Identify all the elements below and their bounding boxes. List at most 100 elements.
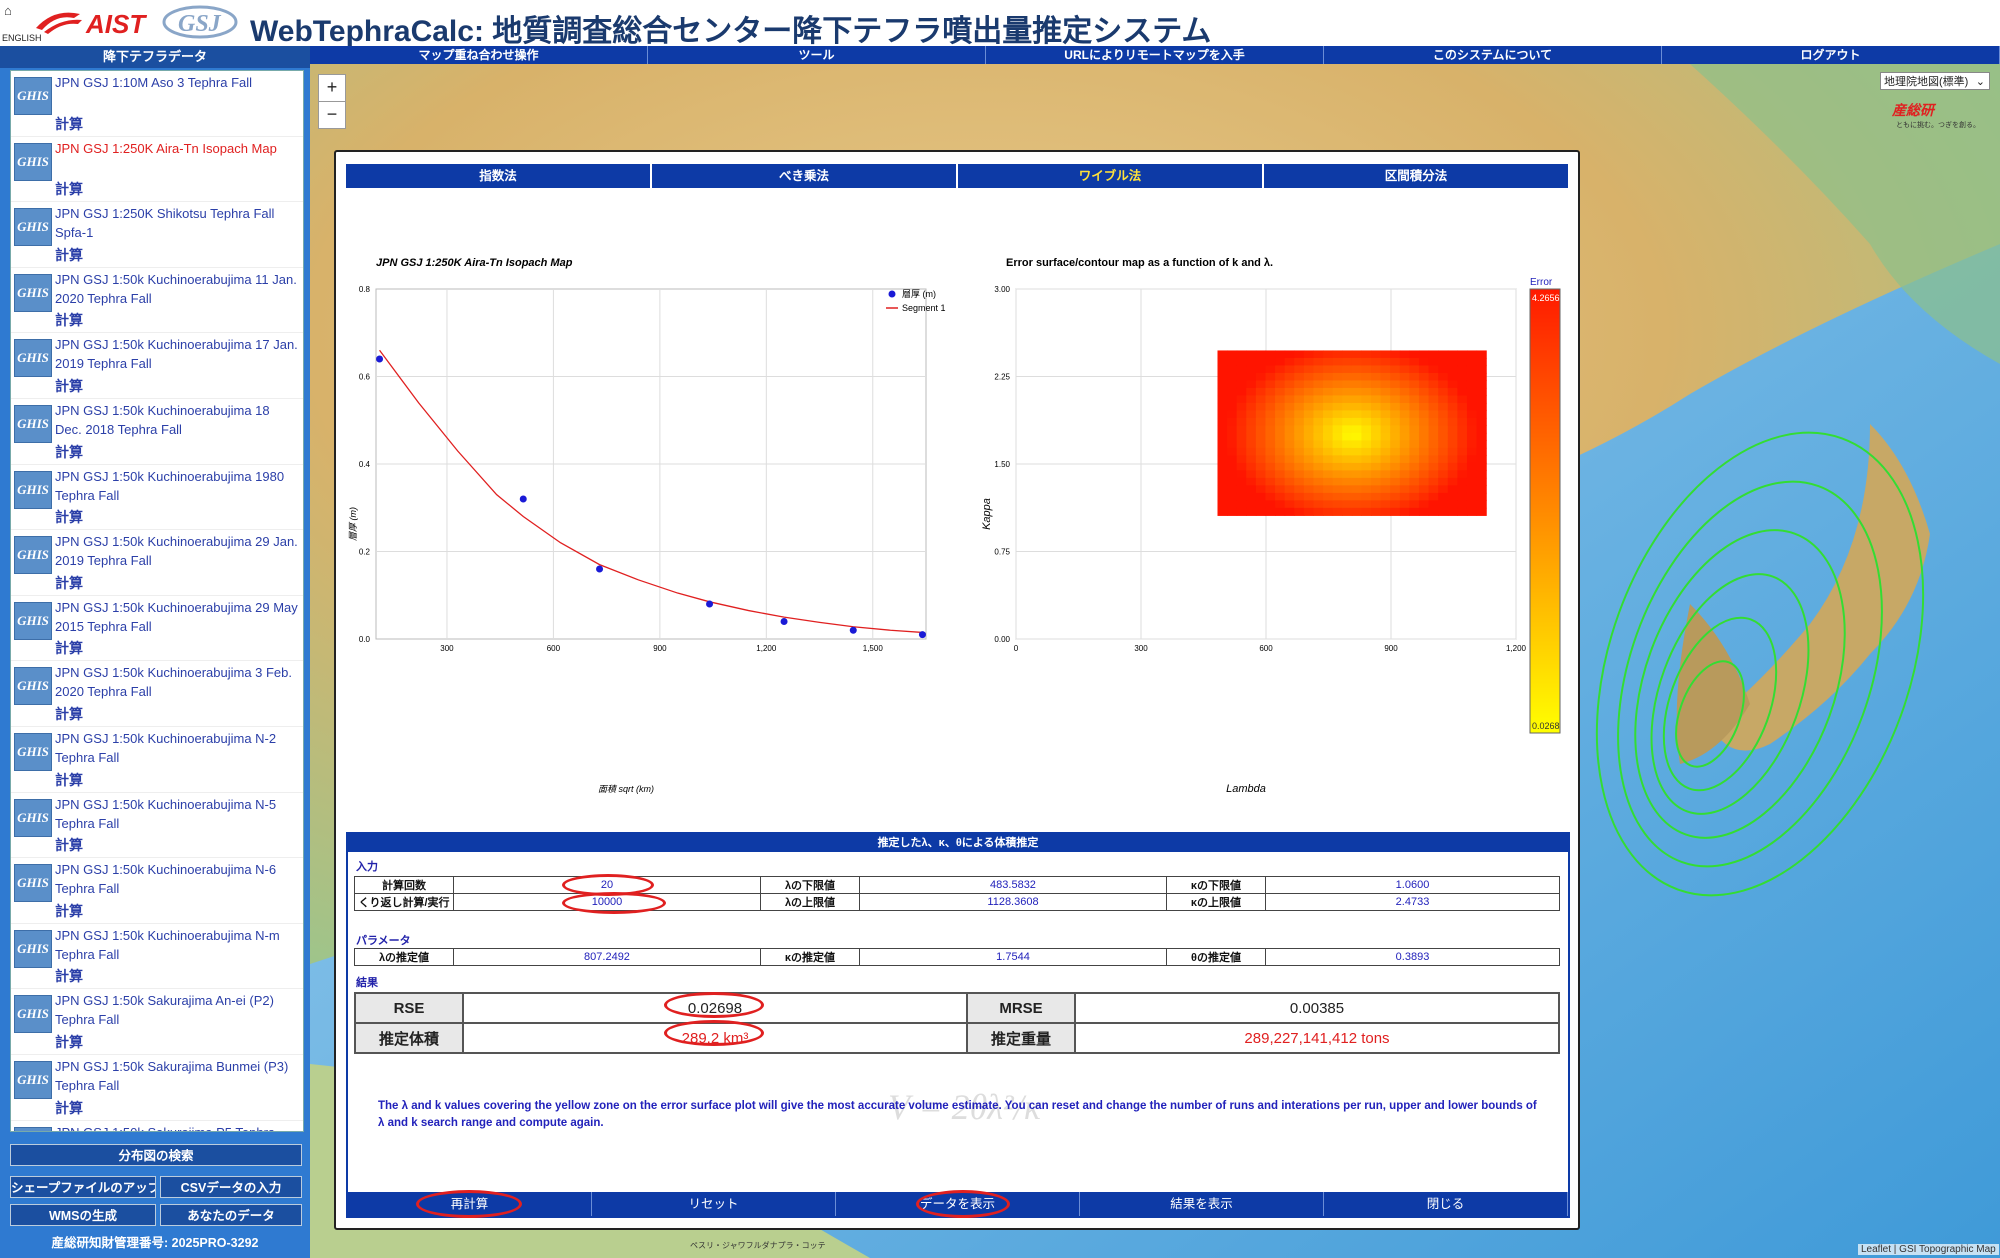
dataset-item[interactable]: GHIS JPN GSJ 1:50k Kuchinoerabujima N-m T… <box>11 924 303 990</box>
calculate-link[interactable]: 計算 <box>55 442 83 462</box>
shapefile-upload-button[interactable]: シェープファイルのアップ <box>10 1176 156 1198</box>
home-icon[interactable]: ⌂ <box>4 4 18 18</box>
tab-power-law[interactable]: べき乗法 <box>652 164 958 188</box>
dataset-item[interactable]: GHIS JPN GSJ 1:50k Kuchinoerabujima 1980 … <box>11 465 303 531</box>
heatmap-cell <box>1303 462 1315 471</box>
recalculate-button[interactable]: 再計算 <box>348 1192 592 1216</box>
dataset-name[interactable]: JPN GSJ 1:50k Kuchinoerabujima 29 Jan. 2… <box>55 532 299 570</box>
iterations-input[interactable]: 10000 <box>453 893 761 911</box>
dataset-name[interactable]: JPN GSJ 1:50k Sakurajima P5 Tephra Fall <box>55 1123 299 1132</box>
heatmap-cell <box>1294 350 1305 359</box>
tab-segment-integration[interactable]: 区間積分法 <box>1264 164 1570 188</box>
calculate-link[interactable]: 計算 <box>55 179 83 199</box>
dataset-name[interactable]: JPN GSJ 1:250K Aira-Tn Isopach Map <box>55 139 299 158</box>
dataset-item[interactable]: GHIS JPN GSJ 1:50k Kuchinoerabujima 3 Feb… <box>11 661 303 727</box>
dataset-item[interactable]: GHISJPN GSJ 1:50k Sakurajima P5 Tephra F… <box>11 1121 303 1132</box>
nav-map-overlay[interactable]: マップ重ね合わせ操作 <box>310 46 648 64</box>
dataset-item[interactable]: GHIS JPN GSJ 1:50k Sakurajima Bunmei (P3)… <box>11 1055 303 1121</box>
lambda-min-input[interactable]: 483.5832 <box>859 876 1167 894</box>
calculate-link[interactable]: 計算 <box>55 114 83 134</box>
dataset-item[interactable]: GHIS JPN GSJ 1:50k Kuchinoerabujima 17 Ja… <box>11 333 303 399</box>
dataset-name[interactable]: JPN GSJ 1:50k Kuchinoerabujima N-m Tephr… <box>55 926 299 964</box>
dataset-name[interactable]: JPN GSJ 1:10M Aso 3 Tephra Fall <box>55 73 299 92</box>
runs-input[interactable]: 20 <box>453 876 761 894</box>
basemap-select[interactable]: 地理院地図(標準) ⌄ <box>1880 72 1990 90</box>
dataset-list[interactable]: GHIS JPN GSJ 1:10M Aso 3 Tephra Fall 計算 GHI… <box>10 70 304 1132</box>
heatmap-cell <box>1236 507 1247 516</box>
calculate-link[interactable]: 計算 <box>55 770 83 790</box>
reset-button[interactable]: リセット <box>592 1192 836 1216</box>
nav-logout[interactable]: ログアウト <box>1662 46 2000 64</box>
heatmap-cell <box>1265 447 1276 456</box>
calculate-link[interactable]: 計算 <box>55 835 83 855</box>
show-data-button[interactable]: データを表示 <box>836 1192 1080 1216</box>
heatmap-cell <box>1399 357 1410 367</box>
heatmap-cell <box>1351 500 1363 509</box>
wms-generate-button[interactable]: WMSの生成 <box>10 1204 156 1226</box>
dataset-item[interactable]: GHIS JPN GSJ 1:250K Shikotsu Tephra Fall … <box>11 202 303 268</box>
nav-tools[interactable]: ツール <box>648 46 986 64</box>
kappa-max-label: κの上限値 <box>1166 893 1266 911</box>
heatmap-cell <box>1265 357 1276 367</box>
heatmap-cell <box>1227 372 1238 382</box>
calculate-link[interactable]: 計算 <box>55 310 83 330</box>
dataset-name[interactable]: JPN GSJ 1:50k Kuchinoerabujima 18 Dec. 2… <box>55 401 299 439</box>
dataset-item[interactable]: GHIS JPN GSJ 1:50k Kuchinoerabujima 11 Ja… <box>11 268 303 334</box>
kappa-max-input[interactable]: 2.4733 <box>1265 893 1560 911</box>
dataset-item[interactable]: GHIS JPN GSJ 1:50k Sakurajima An-ei (P2) … <box>11 989 303 1055</box>
calculate-link[interactable]: 計算 <box>55 704 83 724</box>
nav-about[interactable]: このシステムについて <box>1324 46 1662 64</box>
calculate-link[interactable]: 計算 <box>55 1032 83 1052</box>
calculate-link[interactable]: 計算 <box>55 1098 83 1118</box>
dataset-item[interactable]: GHIS JPN GSJ 1:250K Aira-Tn Isopach Map 計算 <box>11 137 303 203</box>
tab-exponential[interactable]: 指数法 <box>346 164 652 188</box>
nav-remote-map[interactable]: URLによりリモートマップを入手 <box>986 46 1324 64</box>
zoom-out-button[interactable]: − <box>318 101 346 129</box>
calculate-link[interactable]: 計算 <box>55 573 83 593</box>
dataset-item[interactable]: GHIS JPN GSJ 1:50k Kuchinoerabujima 29 Ja… <box>11 530 303 596</box>
dataset-name[interactable]: JPN GSJ 1:50k Sakurajima Bunmei (P3) Tep… <box>55 1057 299 1095</box>
heatmap-cell <box>1390 365 1401 374</box>
dataset-name[interactable]: JPN GSJ 1:50k Kuchinoerabujima 3 Feb. 20… <box>55 663 299 701</box>
dataset-name[interactable]: JPN GSJ 1:50k Sakurajima An-ei (P2) Teph… <box>55 991 299 1029</box>
close-button[interactable]: 閉じる <box>1324 1192 1568 1216</box>
heatmap-cell <box>1294 507 1305 516</box>
dataset-item[interactable]: GHIS JPN GSJ 1:50k Kuchinoerabujima N-5 T… <box>11 793 303 859</box>
tab-weibull[interactable]: ワイブル法 <box>958 164 1264 188</box>
dataset-item[interactable]: GHIS JPN GSJ 1:50k Kuchinoerabujima 18 De… <box>11 399 303 465</box>
map-attribution[interactable]: Leaflet | GSI Topographic Map <box>1858 1244 1999 1255</box>
lambda-max-input[interactable]: 1128.3608 <box>859 893 1167 911</box>
heatmap-cell <box>1418 470 1430 479</box>
calculate-link[interactable]: 計算 <box>55 966 83 986</box>
dataset-item[interactable]: GHIS JPN GSJ 1:10M Aso 3 Tephra Fall 計算 <box>11 71 303 137</box>
zoom-in-button[interactable]: + <box>318 74 346 102</box>
mass-label: 推定重量 <box>966 1022 1076 1054</box>
calculate-link[interactable]: 計算 <box>55 245 83 265</box>
dataset-item[interactable]: GHIS JPN GSJ 1:50k Kuchinoerabujima N-2 T… <box>11 727 303 793</box>
kappa-min-input[interactable]: 1.0600 <box>1265 876 1560 894</box>
dataset-item[interactable]: GHIS JPN GSJ 1:50k Kuchinoerabujima N-6 T… <box>11 858 303 924</box>
heatmap-cell <box>1409 410 1420 419</box>
heatmap-cell <box>1303 432 1315 441</box>
show-results-button[interactable]: 結果を表示 <box>1080 1192 1324 1216</box>
search-map-button[interactable]: 分布図の検索 <box>10 1144 302 1166</box>
dataset-name[interactable]: JPN GSJ 1:50k Kuchinoerabujima 11 Jan. 2… <box>55 270 299 308</box>
dataset-name[interactable]: JPN GSJ 1:250K Shikotsu Tephra Fall Spfa… <box>55 204 299 242</box>
calculate-link[interactable]: 計算 <box>55 507 83 527</box>
rse-value: 0.02698 <box>462 992 968 1024</box>
heatmap-cell <box>1265 350 1276 359</box>
heatmap-cell <box>1399 507 1410 516</box>
dataset-name[interactable]: JPN GSJ 1:50k Kuchinoerabujima N-5 Tephr… <box>55 795 299 833</box>
dataset-name[interactable]: JPN GSJ 1:50k Kuchinoerabujima 17 Jan. 2… <box>55 335 299 373</box>
calculate-link[interactable]: 計算 <box>55 638 83 658</box>
csv-input-button[interactable]: CSVデータの入力 <box>160 1176 302 1198</box>
dataset-name[interactable]: JPN GSJ 1:50k Kuchinoerabujima N-2 Tephr… <box>55 729 299 767</box>
dataset-name[interactable]: JPN GSJ 1:50k Kuchinoerabujima N-6 Tephr… <box>55 860 299 898</box>
heatmap-cell <box>1476 462 1487 471</box>
calculate-link[interactable]: 計算 <box>55 901 83 921</box>
your-data-button[interactable]: あなたのデータ <box>160 1204 302 1226</box>
dataset-name[interactable]: JPN GSJ 1:50k Kuchinoerabujima 1980 Teph… <box>55 467 299 505</box>
calculate-link[interactable]: 計算 <box>55 376 83 396</box>
dataset-item[interactable]: GHIS JPN GSJ 1:50k Kuchinoerabujima 29 Ma… <box>11 596 303 662</box>
dataset-name[interactable]: JPN GSJ 1:50k Kuchinoerabujima 29 May 20… <box>55 598 299 636</box>
